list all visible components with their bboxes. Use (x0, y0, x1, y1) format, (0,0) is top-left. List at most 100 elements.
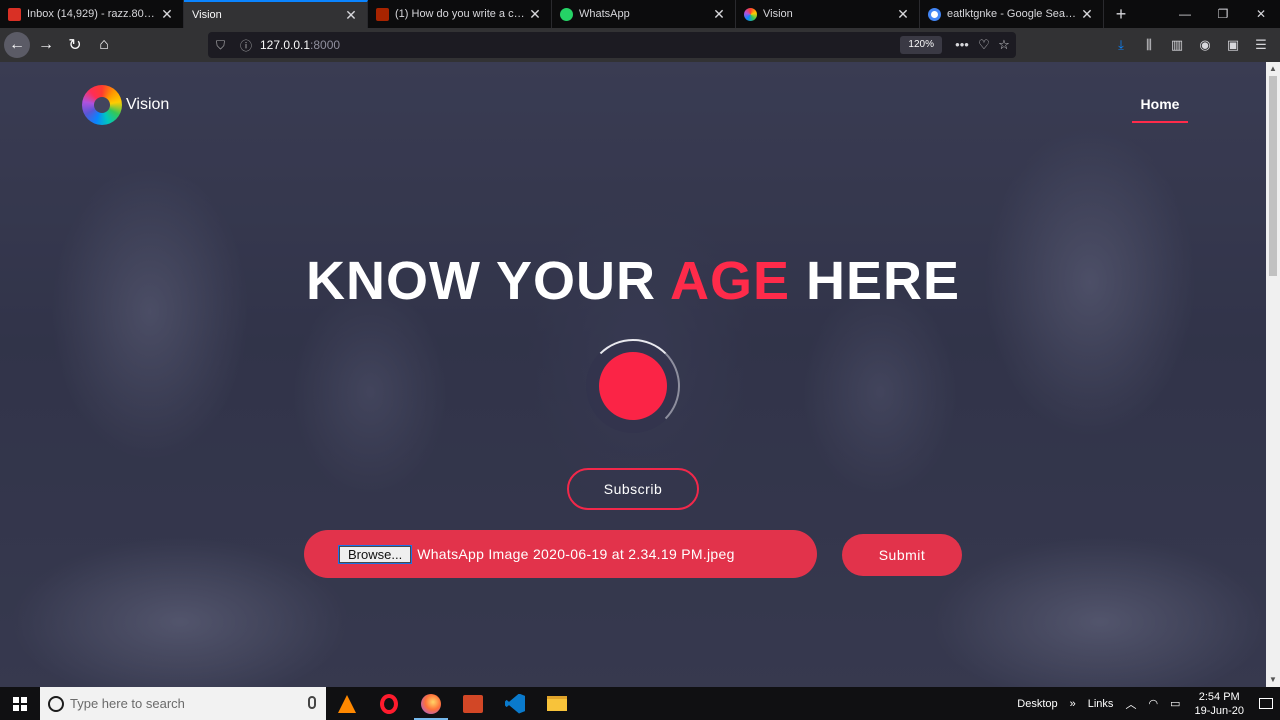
restore-icon[interactable]: ❐ (1204, 0, 1242, 28)
tab-whatsapp[interactable]: WhatsApp ✕ (552, 0, 736, 28)
firefox-icon (421, 693, 441, 714)
whatsapp-icon (560, 7, 573, 21)
tab-title: Inbox (14,929) - razz.8090@gr (27, 8, 159, 20)
loading-spinner (586, 339, 680, 433)
start-button[interactable] (0, 687, 40, 720)
tab-title: Vision (763, 8, 793, 20)
office-icon (463, 694, 483, 713)
vision-icon (744, 7, 757, 21)
url-host: 127.0.0.1 (260, 38, 311, 52)
tab-title: eatlktgnke - Google Search (947, 8, 1079, 20)
vscode-icon (505, 693, 525, 714)
selected-file-name: WhatsApp Image 2020-06-19 at 2.34.19 PM.… (417, 546, 735, 562)
system-tray: Desktop » Links ︿ ◠ ▭ 2:54 PM 19-Jun-20 (1011, 687, 1280, 720)
battery-icon[interactable]: ▭ (1170, 697, 1180, 710)
nav-active-underline (1132, 121, 1188, 123)
vscode-app[interactable] (494, 687, 536, 720)
navigation-toolbar: ← → ↻ ⌂ ⛉ ⓘ 127.0.0.1 :8000 120% ••• ♡ ☆… (0, 28, 1280, 62)
close-tab-icon[interactable]: ✕ (159, 6, 175, 23)
vision-logo-icon (82, 85, 122, 125)
tab-quora[interactable]: (1) How do you write a conclu ✕ (368, 0, 552, 28)
close-tab-icon[interactable]: ✕ (1079, 6, 1095, 23)
url-port: :8000 (310, 38, 341, 52)
page-actions-icon[interactable]: ••• (952, 35, 972, 55)
extension-icon[interactable]: ▣ (1222, 34, 1244, 56)
tracking-shield-icon[interactable]: ⛉ (216, 38, 230, 53)
toolbar-overflow-icon[interactable]: » (1070, 698, 1076, 710)
notifications-icon[interactable] (1252, 687, 1280, 720)
clock-date: 19-Jun-20 (1194, 704, 1244, 717)
folder-icon (547, 696, 567, 711)
toolbar-right-icons: ⤓ ⫼ ▥ ◉ ▣ ☰ (1110, 32, 1272, 58)
scrollbar-thumb[interactable] (1269, 76, 1277, 276)
gmail-icon (8, 7, 21, 21)
headline-part-1: KNOW YOUR (305, 251, 656, 311)
tray-expand-icon[interactable]: ︿ (1125, 696, 1136, 712)
site-info-icon[interactable]: ⓘ (240, 37, 254, 54)
headline-part-2: HERE (806, 251, 961, 311)
browser-tab-strip: Inbox (14,929) - razz.8090@gr ✕ Vision ✕… (0, 0, 1280, 28)
pocket-icon[interactable]: ♡ (974, 35, 994, 55)
nav-home-link[interactable]: Home (1132, 96, 1188, 123)
close-tab-icon[interactable]: ✕ (343, 7, 359, 24)
firefox-app[interactable] (410, 687, 452, 720)
tab-title: Vision (192, 9, 222, 21)
brand-name: Vision (126, 96, 170, 113)
tab-vision[interactable]: Vision ✕ (736, 0, 920, 28)
headline-accent: AGE (669, 251, 790, 311)
desktop-toolbar[interactable]: Desktop (1017, 698, 1057, 710)
system-clock[interactable]: 2:54 PM 19-Jun-20 (1194, 690, 1244, 718)
windows-logo-icon (13, 696, 27, 711)
file-upload-field[interactable]: Browse... WhatsApp Image 2020-06-19 at 2… (304, 530, 817, 578)
close-tab-icon[interactable]: ✕ (895, 6, 911, 23)
powerpoint-app[interactable] (452, 687, 494, 720)
page-viewport: Vision Home KNOW YOUR AGE HERE Subscrib … (0, 62, 1266, 687)
clock-time: 2:54 PM (1198, 690, 1240, 703)
account-icon[interactable]: ◉ (1194, 34, 1216, 56)
tab-gmail[interactable]: Inbox (14,929) - razz.8090@gr ✕ (0, 0, 184, 28)
nav-home-label: Home (1140, 96, 1180, 112)
scroll-up-icon[interactable]: ▲ (1266, 62, 1280, 76)
opera-app[interactable] (368, 687, 410, 720)
forward-icon[interactable]: → (33, 32, 59, 58)
minimize-icon[interactable]: — (1166, 0, 1204, 28)
site-brand[interactable]: Vision (82, 85, 169, 125)
spinner-dot (599, 352, 667, 420)
window-controls: — ❐ ✕ (1166, 0, 1280, 28)
url-bar[interactable]: ⛉ ⓘ 127.0.0.1 :8000 120% ••• ♡ ☆ (208, 32, 1016, 58)
close-tab-icon[interactable]: ✕ (527, 6, 543, 23)
scroll-down-icon[interactable]: ▼ (1266, 673, 1280, 687)
new-tab-button[interactable]: + (1104, 0, 1138, 28)
vlc-app[interactable] (326, 687, 368, 720)
page-scrollbar[interactable]: ▲ ▼ (1266, 62, 1280, 687)
menu-icon[interactable]: ☰ (1250, 34, 1272, 56)
zoom-level-badge[interactable]: 120% (900, 36, 942, 54)
library-icon[interactable]: ⫼ (1138, 34, 1160, 56)
tab-title: (1) How do you write a conclu (395, 8, 527, 20)
tab-vision-active[interactable]: Vision ✕ (184, 0, 368, 28)
cortana-icon (48, 695, 64, 712)
home-icon[interactable]: ⌂ (91, 32, 117, 58)
hero-headline: KNOW YOUR AGE HERE (0, 250, 1266, 312)
file-explorer-app[interactable] (536, 687, 578, 720)
vlc-icon (338, 694, 356, 713)
subscribe-button[interactable]: Subscrib (567, 468, 699, 510)
windows-taskbar: Type here to search Desktop » Links ︿ ◠ … (0, 687, 1280, 720)
microphone-icon[interactable] (308, 696, 316, 709)
opera-icon (380, 693, 398, 714)
taskbar-search-box[interactable]: Type here to search (40, 687, 326, 720)
close-tab-icon[interactable]: ✕ (711, 6, 727, 23)
search-placeholder: Type here to search (70, 696, 185, 711)
submit-button[interactable]: Submit (842, 534, 962, 576)
browse-button[interactable]: Browse... (337, 544, 413, 564)
tab-title: WhatsApp (579, 8, 630, 20)
wifi-icon[interactable]: ◠ (1148, 697, 1158, 710)
sidebar-icon[interactable]: ▥ (1166, 34, 1188, 56)
back-icon[interactable]: ← (4, 32, 30, 58)
tab-google[interactable]: eatlktgnke - Google Search ✕ (920, 0, 1104, 28)
close-window-icon[interactable]: ✕ (1242, 0, 1280, 28)
links-toolbar[interactable]: Links (1088, 698, 1114, 710)
reload-icon[interactable]: ↻ (62, 32, 88, 58)
bookmark-star-icon[interactable]: ☆ (994, 35, 1014, 55)
download-icon[interactable]: ⤓ (1110, 34, 1132, 56)
